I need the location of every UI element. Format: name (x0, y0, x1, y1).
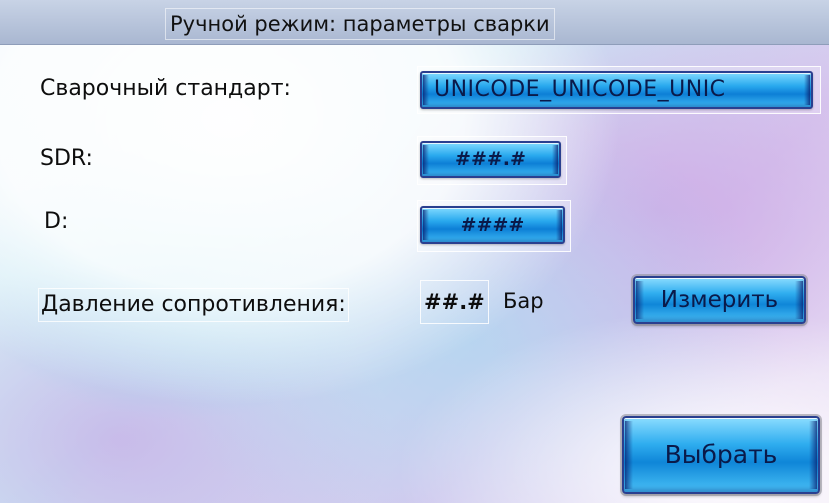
field-right-edge (804, 75, 810, 105)
button-left-edge (636, 281, 644, 319)
drag-pressure-value: ##.# (420, 280, 489, 324)
select-button[interactable]: Выбрать (620, 414, 822, 496)
page-title: Ручной режим: параметры сварки (165, 8, 555, 40)
d-value: #### (460, 214, 525, 236)
measure-button-label: Измерить (660, 287, 779, 313)
d-field[interactable]: #### (420, 206, 565, 244)
title-bar: Ручной режим: параметры сварки (0, 0, 829, 45)
welding-standard-value: UNICODE_UNICODE_UNIC (434, 77, 726, 102)
sdr-field[interactable]: ###.# (420, 141, 561, 178)
field-left-edge (423, 75, 429, 105)
d-label: D: (44, 209, 69, 234)
drag-pressure-unit: Бар (503, 289, 544, 313)
field-left-edge (423, 210, 429, 240)
button-left-edge (625, 421, 633, 489)
sdr-label: SDR: (40, 146, 93, 171)
sdr-value: ###.# (455, 148, 526, 170)
select-button-label: Выбрать (664, 440, 778, 469)
welding-standard-label: Сварочный стандарт: (40, 76, 291, 101)
button-right-edge (809, 421, 817, 489)
measure-button[interactable]: Измерить (631, 274, 808, 326)
drag-pressure-label: Давление сопротивления: (38, 288, 349, 322)
button-right-edge (795, 281, 803, 319)
welding-standard-field[interactable]: UNICODE_UNICODE_UNIC (420, 71, 813, 109)
field-right-edge (556, 210, 562, 240)
field-right-edge (552, 145, 558, 174)
field-left-edge (423, 145, 429, 174)
